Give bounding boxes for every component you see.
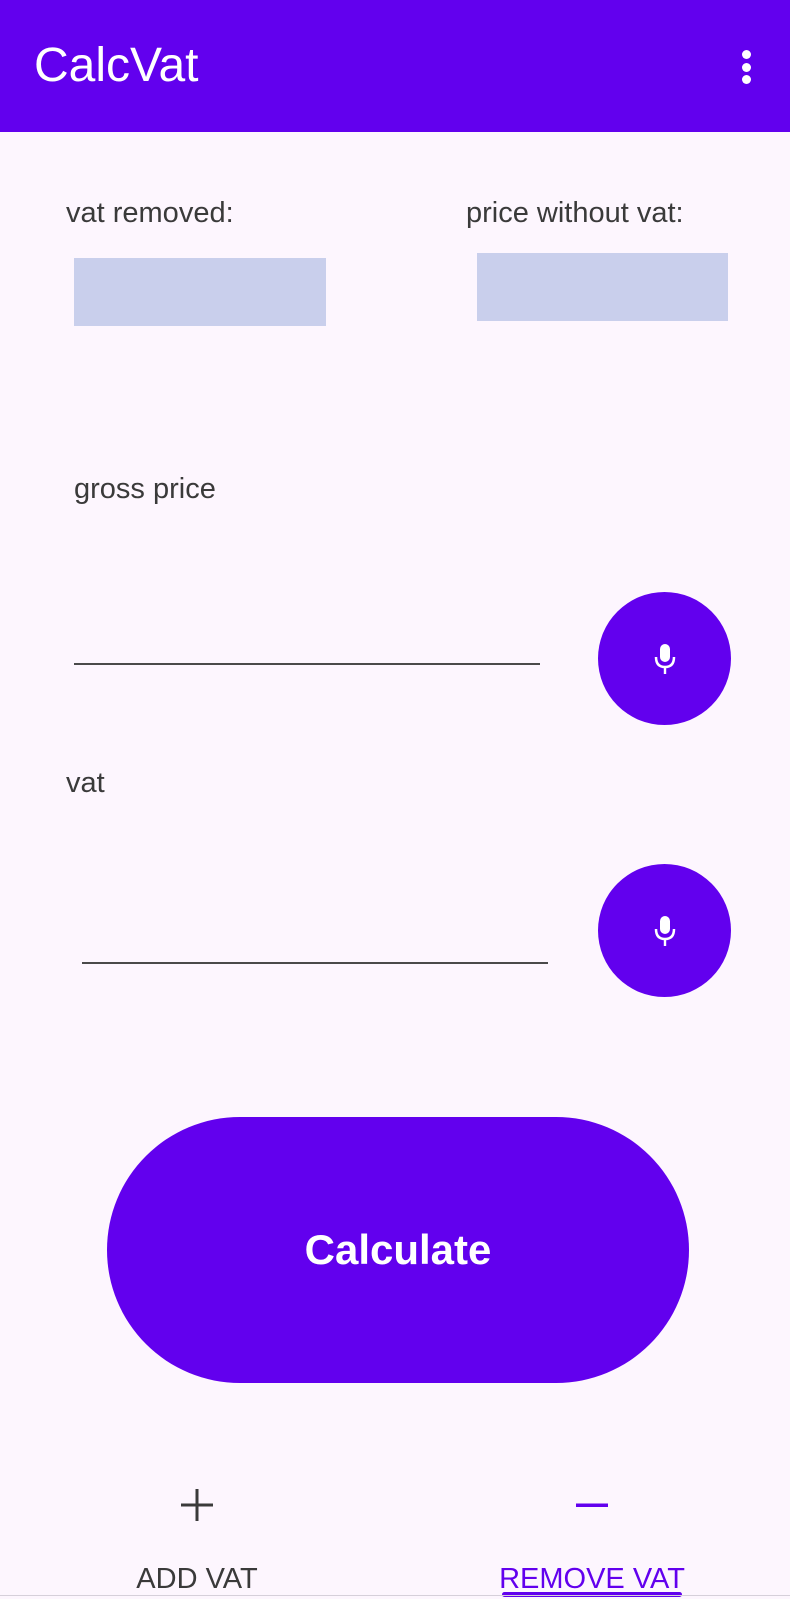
- tab-remove-vat[interactable]: REMOVE VAT: [462, 1480, 722, 1597]
- vat-mic-button[interactable]: [598, 864, 731, 997]
- tab-add-vat-label: ADD VAT: [136, 1563, 258, 1595]
- app-title: CalcVat: [34, 39, 199, 92]
- bottom-divider: [0, 1595, 790, 1596]
- calculate-button[interactable]: Calculate: [107, 1117, 689, 1383]
- minus-icon: [462, 1480, 722, 1530]
- tab-remove-vat-label: REMOVE VAT: [499, 1563, 685, 1595]
- microphone-icon: [654, 915, 675, 946]
- app-bar: CalcVat: [0, 0, 790, 132]
- microphone-icon: [654, 643, 675, 674]
- gross-price-input[interactable]: [74, 612, 544, 662]
- vat-label: vat: [66, 767, 105, 799]
- tab-add-vat[interactable]: ADD VAT: [67, 1480, 327, 1595]
- gross-price-underline: [74, 663, 540, 665]
- vat-removed-label: vat removed:: [66, 197, 234, 229]
- gross-price-mic-button[interactable]: [598, 592, 731, 725]
- price-without-vat-label: price without vat:: [466, 197, 684, 229]
- plus-icon: [67, 1480, 327, 1530]
- more-vert-icon[interactable]: [722, 46, 770, 88]
- vat-input[interactable]: [82, 911, 552, 961]
- price-without-vat-output: [477, 253, 728, 321]
- vat-removed-output: [74, 258, 326, 326]
- vat-underline: [82, 962, 548, 964]
- gross-price-label: gross price: [74, 473, 216, 505]
